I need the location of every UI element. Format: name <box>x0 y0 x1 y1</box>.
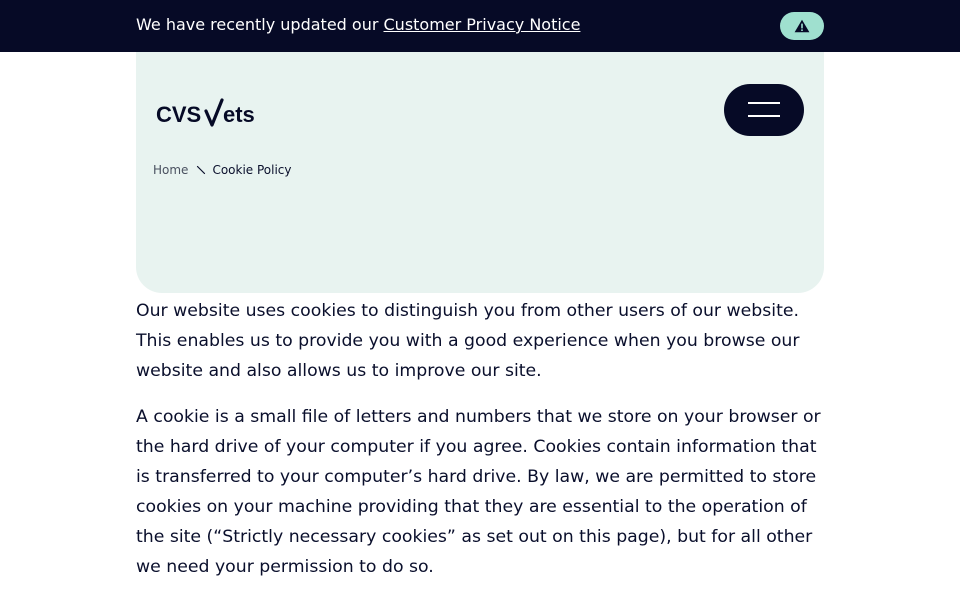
cookie-definition-paragraph: A cookie is a small file of letters and … <box>136 407 821 577</box>
breadcrumb: Home Cookie Policy <box>153 162 292 178</box>
menu-button[interactable] <box>724 84 804 136</box>
hamburger-icon-line <box>748 115 780 117</box>
cookie-policy-content: Our website uses cookies to distinguish … <box>136 296 824 598</box>
svg-text:ets: ets <box>223 102 255 127</box>
breadcrumb-home-link[interactable]: Home <box>153 162 188 178</box>
intro-paragraph: Our website uses cookies to distinguish … <box>136 301 800 381</box>
hamburger-icon <box>748 102 780 104</box>
customer-privacy-notice-link[interactable]: Customer Privacy Notice <box>384 15 581 34</box>
cvs-vets-logo[interactable]: CVS ets <box>156 98 266 128</box>
svg-text:CVS: CVS <box>156 102 201 127</box>
notice-text: We have recently updated our <box>136 15 379 34</box>
page-header: CVS ets Home Cookie Policy <box>136 52 824 293</box>
warning-triangle-icon <box>794 19 810 33</box>
backslash-separator-icon <box>197 165 206 175</box>
breadcrumb-current: Cookie Policy <box>212 163 292 177</box>
privacy-notice-bar: We have recently updated our Customer Pr… <box>0 0 960 52</box>
alert-button[interactable] <box>780 12 824 40</box>
notice-message: We have recently updated our Customer Pr… <box>136 15 580 35</box>
